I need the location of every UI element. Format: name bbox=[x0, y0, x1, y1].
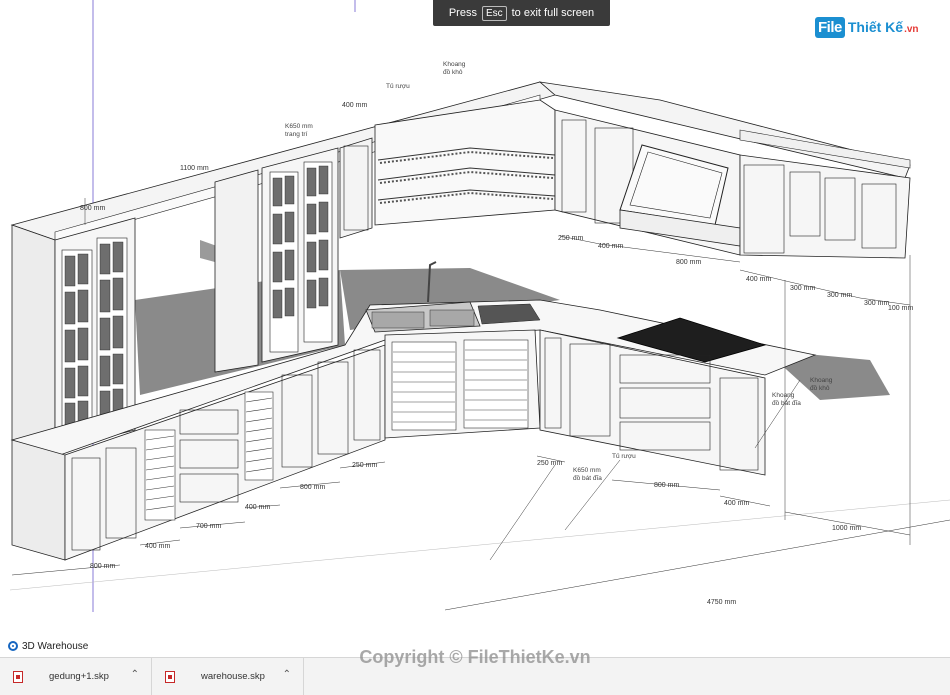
copyright-watermark: Copyright © FileThietKe.vn bbox=[359, 647, 591, 667]
chevron-up-icon[interactable]: ⌃ bbox=[283, 669, 291, 680]
annotation-note: đồ bát đĩa bbox=[772, 398, 801, 407]
annotation-note: Tủ rượu bbox=[386, 82, 410, 90]
dimension-label: 400 mm bbox=[342, 102, 367, 109]
dimension-label: 400 mm bbox=[724, 500, 749, 507]
annotation-note: K650 mm bbox=[285, 123, 313, 130]
download-file-name: warehouse.skp bbox=[201, 671, 265, 682]
esc-key-hint: Esc bbox=[481, 5, 507, 21]
dimension-label: 700 mm bbox=[196, 523, 221, 530]
dimension-label: 800 mm bbox=[676, 259, 701, 266]
dimension-label: 300 mm bbox=[864, 300, 889, 307]
annotation-note: K650 mm bbox=[573, 467, 601, 474]
dimension-label: 400 mm bbox=[145, 543, 170, 550]
dimension-label: 800 mm bbox=[80, 205, 105, 212]
dimension-label: 400 mm bbox=[746, 276, 771, 283]
annotation-note: trang trí bbox=[285, 131, 308, 138]
dimension-label: 1100 mm bbox=[180, 165, 209, 172]
download-file-name: gedung+1.skp bbox=[49, 671, 109, 682]
logo-box-text: File bbox=[815, 16, 845, 38]
dimension-label: 400 mm bbox=[245, 504, 270, 511]
annotation-note: Khoang bbox=[772, 392, 795, 399]
fullscreen-notice: Press Esc to exit full screen bbox=[433, 0, 610, 26]
logo-tld-text: .vn bbox=[904, 23, 919, 35]
dimension-label: 300 mm bbox=[790, 285, 815, 292]
annotation-note: đồ bát đĩa bbox=[573, 473, 602, 482]
dimension-label: 800 mm bbox=[300, 484, 325, 491]
logo-main-text: Thiết Kế bbox=[847, 19, 904, 35]
dimension-label: 250 mm bbox=[352, 462, 377, 469]
dimension-label: 250 mm bbox=[558, 235, 583, 242]
annotation-note: Khoang bbox=[443, 61, 466, 68]
dimension-label: 1000 mm bbox=[832, 525, 861, 532]
skp-file-icon bbox=[13, 670, 23, 683]
dimension-label: 300 mm bbox=[827, 292, 852, 299]
dimension-label: 800 mm bbox=[90, 563, 115, 570]
dimension-label: 400 mm bbox=[598, 243, 623, 250]
annotation-note: Tủ rượu bbox=[612, 452, 636, 460]
dimension-label: 4750 mm bbox=[707, 599, 736, 606]
annotation-note: đồ khô bbox=[810, 383, 830, 392]
fullscreen-press-text: Press bbox=[448, 7, 477, 19]
sketchup-viewport[interactable]: 800 mm 400 mm 1100 mm 250 mm 400 mm 800 … bbox=[0, 0, 950, 636]
chevron-up-icon[interactable]: ⌃ bbox=[131, 669, 139, 680]
dimension-label: 100 mm bbox=[888, 305, 913, 312]
dimension-label: 250 mm bbox=[537, 460, 562, 467]
dimension-label: 800 mm bbox=[654, 482, 679, 489]
skp-file-icon bbox=[165, 670, 175, 683]
filethietke-logo: File Thiết Kế .vn bbox=[815, 14, 919, 40]
annotation-note: đồ khô bbox=[443, 67, 463, 76]
annotation-note: Khoang bbox=[810, 377, 833, 384]
kitchen-3d-model: 800 mm 400 mm 1100 mm 250 mm 400 mm 800 … bbox=[9, 0, 950, 612]
fullscreen-suffix-text: to exit full screen bbox=[511, 7, 595, 19]
